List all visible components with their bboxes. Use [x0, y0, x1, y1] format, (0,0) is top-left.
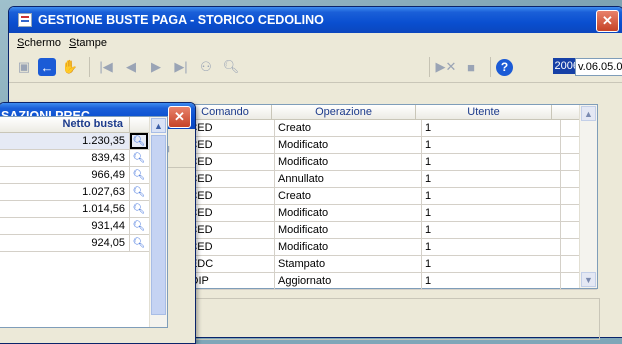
row-utente: 1	[422, 222, 561, 238]
net-pay-value: 924,05	[0, 235, 130, 251]
menubar: Schermo Stampe	[9, 33, 622, 52]
net-pay-table-header: Netto busta	[0, 117, 167, 133]
table-row[interactable]: SCED Modificato 1	[179, 205, 597, 222]
row-operazione: Modificato	[275, 137, 422, 153]
main-window-title: GESTIONE BUSTE PAGA - STORICO CEDOLINO	[38, 13, 324, 27]
detail-magnifier-icon[interactable]: 🔍︎	[130, 184, 148, 200]
row-operazione: Modificato	[275, 205, 422, 221]
toolbar-separator-2	[429, 57, 430, 77]
row-utente: 1	[422, 137, 561, 153]
detail-magnifier-icon[interactable]: 🔍︎	[130, 218, 148, 234]
bottom-panel	[178, 298, 600, 340]
previous-record-icon[interactable]: ◀	[120, 56, 142, 78]
row-utente: 1	[422, 256, 561, 272]
row-operazione: Stampato	[275, 256, 422, 272]
cancel-filter-icon[interactable]: ▶✕	[435, 56, 457, 78]
net-pay-value: 966,49	[0, 167, 130, 183]
scroll-down-icon[interactable]: ▼	[581, 272, 596, 287]
row-utente: 1	[422, 171, 561, 187]
net-pay-scrollbar[interactable]: ▲	[149, 117, 167, 327]
help-icon[interactable]: ?	[496, 58, 513, 76]
column-operazione[interactable]: Operazione	[272, 105, 416, 119]
main-titlebar[interactable]: GESTIONE BUSTE PAGA - STORICO CEDOLINO ✕	[9, 7, 622, 33]
last-record-icon[interactable]: ▶|	[170, 56, 192, 78]
table-row[interactable]: SCED Modificato 1	[179, 137, 597, 154]
dialog-close-button[interactable]: ✕	[168, 106, 191, 128]
scroll-up-icon[interactable]: ▲	[581, 106, 596, 121]
net-pay-table: Netto busta 1.230,35 🔍︎ 839,43 🔍︎ 966,49 🔍︎ 1.…	[0, 116, 168, 328]
table-row[interactable]: SCED Modificato 1	[179, 154, 597, 171]
binoculars-icon[interactable]: ⚇	[195, 56, 217, 78]
first-record-icon[interactable]: |◀	[95, 56, 117, 78]
row-utente: 1	[422, 205, 561, 221]
main-close-button[interactable]: ✕	[596, 10, 619, 32]
table-row[interactable]: CEDC Stampato 1	[179, 256, 597, 273]
stop-icon[interactable]: ■	[460, 56, 482, 78]
menu-stampe[interactable]: Stampe	[65, 37, 111, 49]
net-pay-row[interactable]: 1.027,63 🔍︎	[0, 184, 167, 201]
dialog-scroll-thumb[interactable]	[151, 135, 166, 315]
net-pay-row[interactable]: 966,49 🔍︎	[0, 167, 167, 184]
row-operazione: Modificato	[275, 154, 422, 170]
net-pay-row[interactable]: 1.014,56 🔍︎	[0, 201, 167, 218]
table-row[interactable]: SCED Annullato 1	[179, 171, 597, 188]
column-netto-busta[interactable]: Netto busta	[0, 117, 130, 132]
save-icon[interactable]: ▣	[13, 56, 35, 78]
net-pay-row[interactable]: 931,44 🔍︎	[0, 218, 167, 235]
detail-magnifier-icon[interactable]: 🔍︎	[130, 167, 148, 183]
app-icon	[18, 13, 32, 27]
row-operazione: Creato	[275, 120, 422, 136]
net-pay-row[interactable]: 839,43 🔍︎	[0, 150, 167, 167]
row-operazione: Modificato	[275, 222, 422, 238]
next-record-icon[interactable]: ▶	[145, 56, 167, 78]
row-utente: 1	[422, 154, 561, 170]
row-operazione: Creato	[275, 188, 422, 204]
row-operazione: Modificato	[275, 239, 422, 255]
toolbar-separator-3	[490, 57, 491, 77]
table-row[interactable]: SCED Modificato 1	[179, 239, 597, 256]
table-row[interactable]: SCED Creato 1	[179, 188, 597, 205]
magnifier-icon[interactable]: 🔍︎	[220, 56, 242, 78]
row-utente: 1	[422, 273, 561, 289]
table-row[interactable]: GDIPAggiornato1	[179, 273, 597, 290]
net-pay-value: 1.014,56	[0, 201, 130, 217]
history-scrollbar[interactable]: ▲ ▼	[579, 105, 597, 288]
row-operazione: Annullato	[275, 171, 422, 187]
row-operazione: Aggiornato	[275, 273, 422, 289]
net-pay-row[interactable]: 924,05 🔍︎	[0, 235, 167, 252]
dialog-scroll-up-icon[interactable]: ▲	[151, 118, 166, 133]
net-pay-value: 1.230,35	[0, 133, 130, 149]
history-table: Comando Operazione Utente SCED Creato 1 SCE…	[178, 104, 598, 290]
back-arrow-icon[interactable]: ←	[38, 58, 56, 76]
table-row[interactable]: SCED Modificato 1	[179, 222, 597, 239]
row-utente: 1	[422, 120, 561, 136]
detail-magnifier-icon[interactable]: 🔍︎	[130, 235, 148, 251]
column-utente[interactable]: Utente	[416, 105, 552, 119]
detail-magnifier-icon[interactable]: 🔍︎	[130, 150, 148, 166]
detail-magnifier-icon[interactable]: 🔍︎	[130, 201, 148, 217]
version-field: v.06.05.0c	[575, 58, 622, 76]
net-pay-value: 1.027,63	[0, 184, 130, 200]
table-row[interactable]: SCED Creato 1	[179, 120, 597, 137]
net-pay-value: 839,43	[0, 150, 130, 166]
main-toolbar: ▣ ← ✋ |◀ ◀ ▶ ▶| ⚇ 🔍︎ ▶✕ ■ ? 2006 v.06.05…	[9, 52, 622, 83]
net-pay-row[interactable]: 1.230,35 🔍︎	[0, 133, 167, 150]
row-utente: 1	[422, 188, 561, 204]
row-utente: 1	[422, 239, 561, 255]
menu-schermo[interactable]: Schermo	[13, 37, 65, 49]
history-table-header: Comando Operazione Utente	[179, 105, 597, 120]
hand-icon[interactable]: ✋	[59, 56, 81, 78]
toolbar-separator	[89, 57, 90, 77]
detail-magnifier-icon[interactable]: 🔍︎	[130, 133, 148, 149]
net-pay-value: 931,44	[0, 218, 130, 234]
